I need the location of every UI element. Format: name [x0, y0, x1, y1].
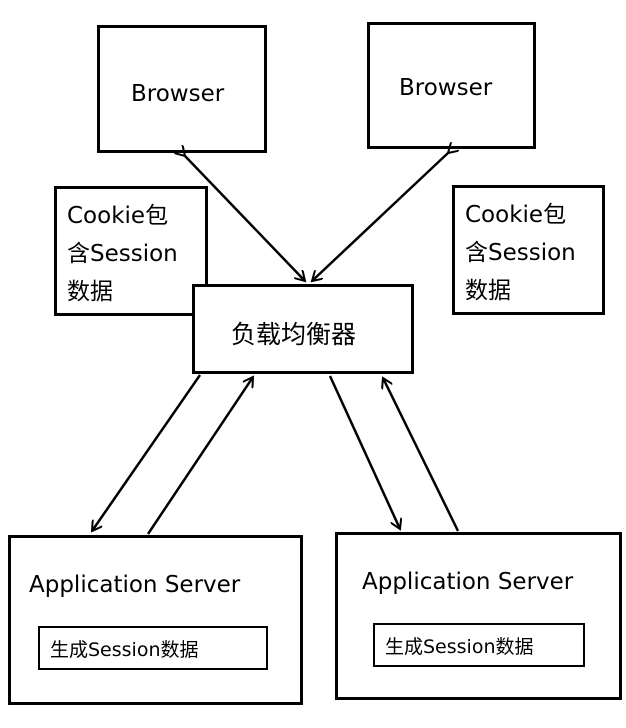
- arrows-layer: [0, 0, 626, 535]
- arrow-lb-to-server2: [328, 375, 400, 529]
- arrow-server1-to-lb: [146, 377, 253, 535]
- arrow-server2-to-lb: [383, 378, 460, 532]
- arrow-lb-to-server1: [92, 374, 202, 531]
- arrow-browser2-lb: [312, 153, 448, 281]
- arrow-browser1-lb: [185, 156, 305, 281]
